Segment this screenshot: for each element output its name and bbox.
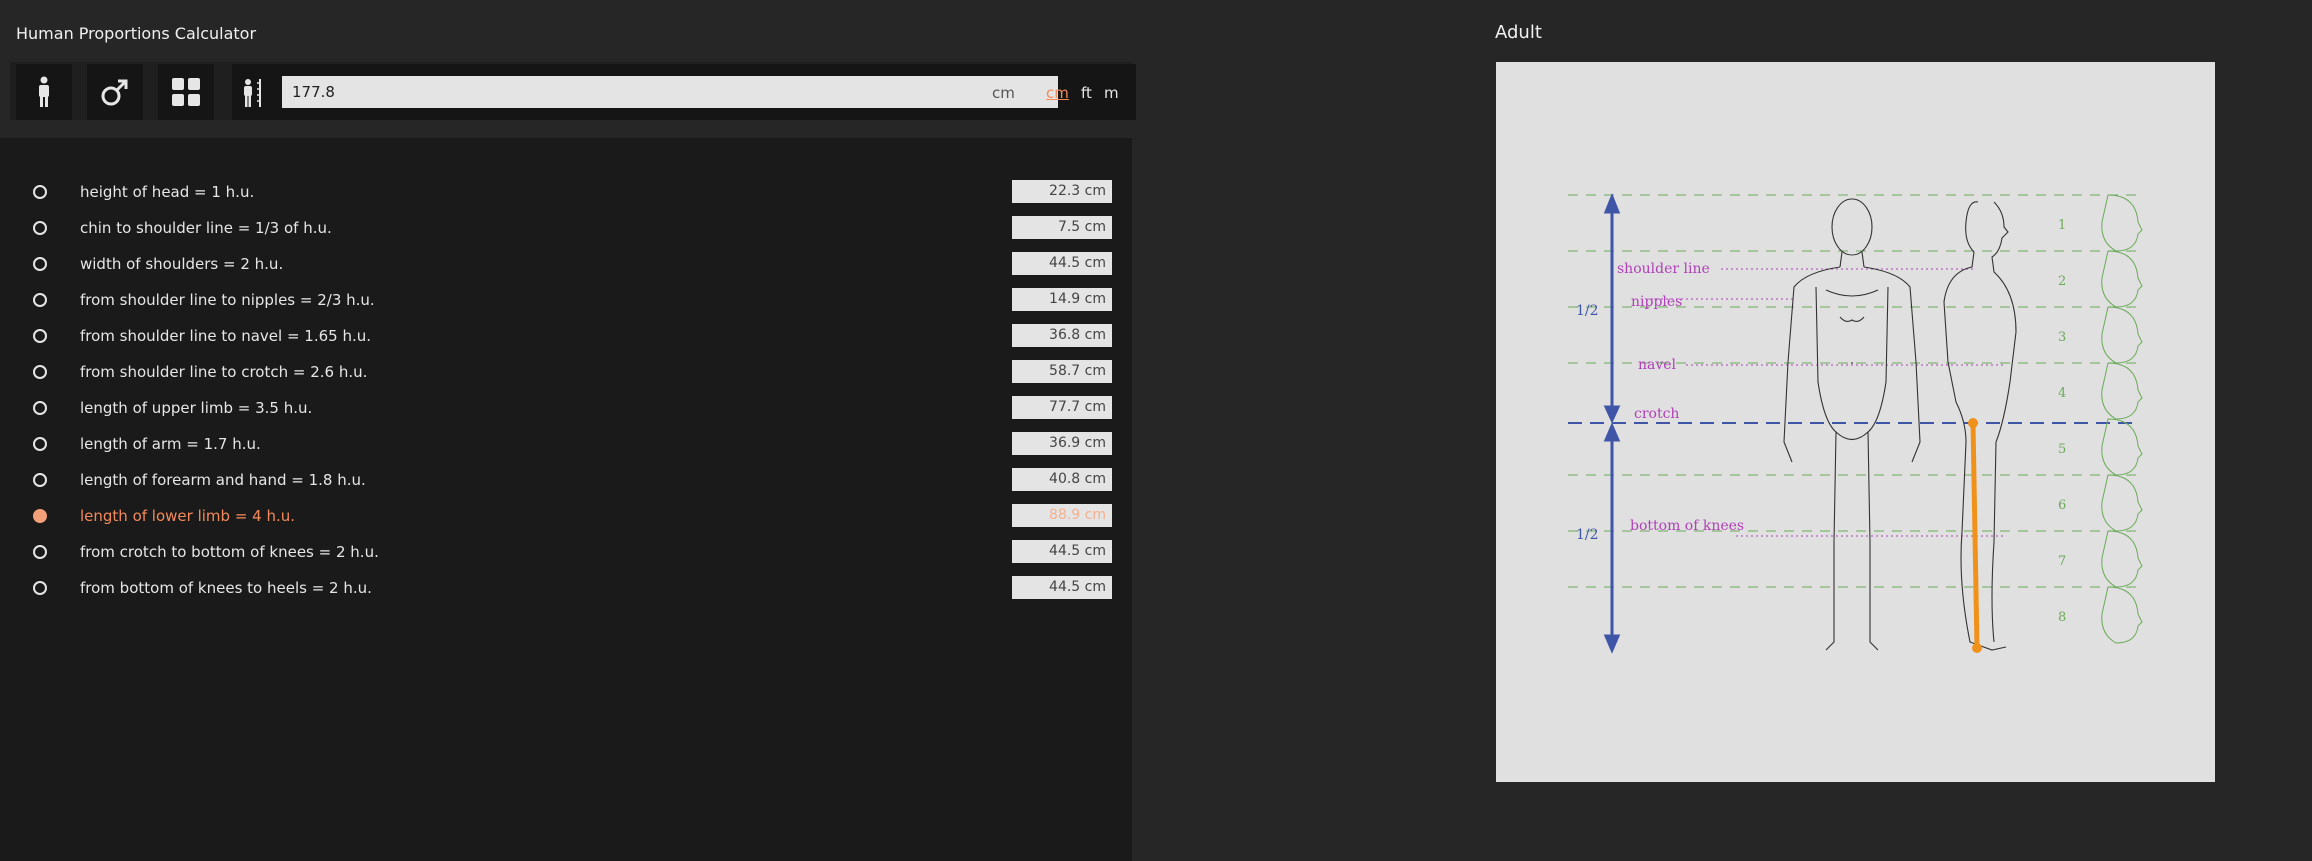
measurement-label: width of shoulders = 2 h.u. [80, 255, 284, 273]
measurement-value: 58.7 cm [1012, 360, 1112, 383]
measurement-value: 77.7 cm [1012, 396, 1112, 419]
height-measure-icon [244, 79, 261, 107]
measurement-row[interactable]: from bottom of knees to heels = 2 h.u. 4… [0, 574, 1132, 602]
head-number: 7 [2058, 554, 2066, 569]
measurement-value: 44.5 cm [1012, 540, 1112, 563]
measurement-row[interactable]: length of upper limb = 3.5 h.u. 77.7 cm [0, 394, 1132, 422]
measurement-row[interactable]: chin to shoulder line = 1/3 of h.u. 7.5 … [0, 214, 1132, 242]
measurement-value: 7.5 cm [1012, 216, 1112, 239]
measurement-radio[interactable] [33, 473, 47, 487]
measurement-value: 44.5 cm [1012, 252, 1112, 275]
measurement-radio[interactable] [33, 185, 47, 199]
measurement-radio[interactable] [33, 509, 47, 523]
measurement-radio[interactable] [33, 293, 47, 307]
grid-view-button[interactable] [158, 64, 214, 120]
measurement-radio[interactable] [33, 221, 47, 235]
measurement-label: length of arm = 1.7 h.u. [80, 435, 261, 453]
height-unit-suffix: cm [992, 84, 1015, 102]
measurement-value: 36.9 cm [1012, 432, 1112, 455]
measurement-label: length of forearm and hand = 1.8 h.u. [80, 471, 366, 489]
measurement-radio[interactable] [33, 581, 47, 595]
proportion-diagram: 1/2 1/2 shoulder line nipples navel crot… [1568, 192, 2143, 654]
measurement-value: 40.8 cm [1012, 468, 1112, 491]
head-number: 2 [2058, 274, 2066, 289]
head-number: 4 [2058, 386, 2066, 401]
measurement-row[interactable]: width of shoulders = 2 h.u. 44.5 cm [0, 250, 1132, 278]
measurement-label: chin to shoulder line = 1/3 of h.u. [80, 219, 332, 237]
head-number: 1 [2058, 218, 2066, 233]
measurement-radio[interactable] [33, 437, 47, 451]
front-body-figure [1783, 198, 1921, 651]
person-button[interactable] [16, 64, 72, 120]
measurement-radio[interactable] [33, 257, 47, 271]
height-field-group: cm cm ft m [232, 64, 1136, 120]
measurement-label: height of head = 1 h.u. [80, 183, 255, 201]
lower-limb-highlight [1968, 418, 1982, 653]
measurement-label: from bottom of knees to heels = 2 h.u. [80, 579, 372, 597]
measurement-label: length of upper limb = 3.5 h.u. [80, 399, 313, 417]
measurement-row[interactable]: from crotch to bottom of knees = 2 h.u. … [0, 538, 1132, 566]
unit-m[interactable]: m [1104, 84, 1119, 102]
measurement-row[interactable]: from shoulder line to crotch = 2.6 h.u. … [0, 358, 1132, 386]
label-navel: navel [1638, 357, 1677, 373]
head-number: 6 [2058, 498, 2066, 513]
person-icon [39, 76, 49, 107]
measurement-row[interactable]: length of forearm and hand = 1.8 h.u. 40… [0, 466, 1132, 494]
head-number: 8 [2058, 610, 2066, 625]
measurement-radio[interactable] [33, 329, 47, 343]
figure-title: Adult [1495, 22, 1542, 43]
measurement-value: 22.3 cm [1012, 180, 1112, 203]
grid-icon [172, 78, 200, 106]
measurement-row[interactable]: length of arm = 1.7 h.u. 36.9 cm [0, 430, 1132, 458]
measurement-row-selected[interactable]: length of lower limb = 4 h.u. 88.9 cm [0, 502, 1132, 530]
male-icon [101, 79, 128, 106]
measurement-radio[interactable] [33, 365, 47, 379]
measurement-label: from shoulder line to crotch = 2.6 h.u. [80, 363, 368, 381]
measurement-row[interactable]: from shoulder line to nipples = 2/3 h.u.… [0, 286, 1132, 314]
measurement-label: from shoulder line to navel = 1.65 h.u. [80, 327, 371, 345]
measurement-value: 44.5 cm [1012, 576, 1112, 599]
landmark-lines [1651, 268, 2006, 537]
height-input[interactable] [282, 76, 1058, 108]
app-title: Human Proportions Calculator [16, 24, 257, 43]
measurement-label: from shoulder line to nipples = 2/3 h.u. [80, 291, 375, 309]
unit-cm[interactable]: cm [1046, 84, 1069, 102]
label-bottom-of-knees: bottom of knees [1630, 518, 1744, 534]
measurement-row[interactable]: from shoulder line to navel = 1.65 h.u. … [0, 322, 1132, 350]
measurement-list: height of head = 1 h.u. 22.3 cm chin to … [0, 138, 1132, 861]
label-shoulder-line: shoulder line [1617, 261, 1710, 277]
measurement-value: 14.9 cm [1012, 288, 1112, 311]
measurement-value: 88.9 cm [1012, 504, 1112, 527]
lower-half-label: 1/2 [1576, 527, 1599, 543]
upper-half-label: 1/2 [1576, 303, 1599, 319]
measurement-radio[interactable] [33, 401, 47, 415]
head-number: 3 [2058, 330, 2066, 345]
measurement-value: 36.8 cm [1012, 324, 1112, 347]
head-number: 5 [2058, 442, 2066, 457]
toolbar: cm cm ft m [10, 62, 1136, 120]
head-unit-stack [2101, 194, 2143, 644]
unit-ft[interactable]: ft [1081, 84, 1092, 102]
measurement-label: from crotch to bottom of knees = 2 h.u. [80, 543, 379, 561]
male-gender-button[interactable] [87, 64, 143, 120]
measurement-row[interactable]: height of head = 1 h.u. 22.3 cm [0, 178, 1132, 206]
label-crotch: crotch [1634, 406, 1679, 422]
side-body-figure [1943, 201, 2017, 651]
label-nipples: nipples [1631, 294, 1682, 310]
measurement-label: length of lower limb = 4 h.u. [80, 507, 296, 525]
proportion-figure: 1/2 1/2 shoulder line nipples navel crot… [1496, 62, 2215, 782]
measurement-radio[interactable] [33, 545, 47, 559]
